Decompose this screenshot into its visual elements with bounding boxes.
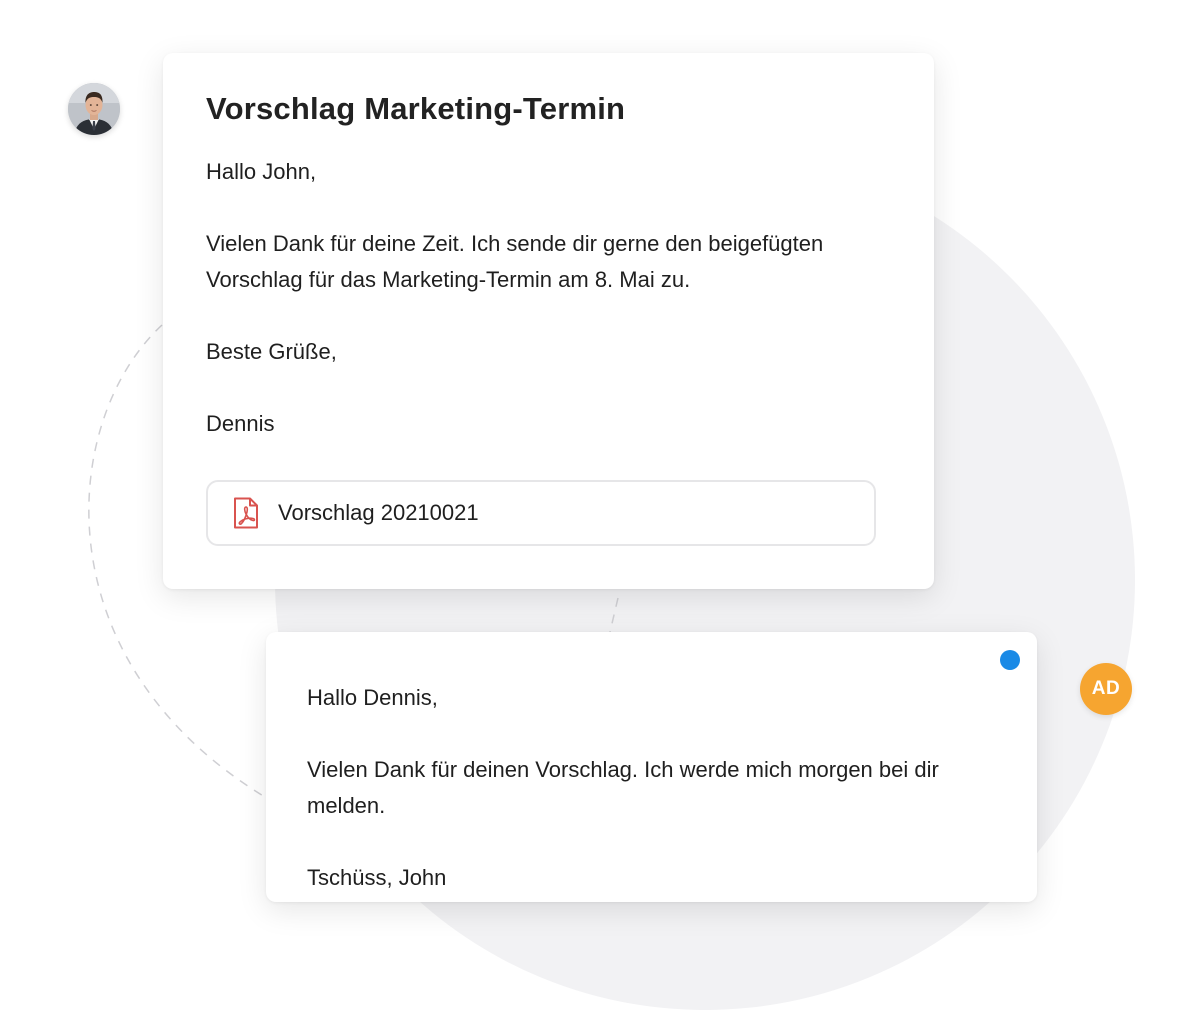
email-signature: Dennis: [206, 411, 275, 436]
attachment-chip[interactable]: Vorschlag 20210021: [206, 480, 876, 546]
pdf-file-icon: [232, 497, 260, 529]
sender-avatar-dennis[interactable]: [68, 83, 120, 135]
reply-body: Hallo Dennis, Vielen Dank für deinen Vor…: [307, 680, 995, 896]
email-greeting: Hallo John,: [206, 159, 317, 184]
person-photo-icon: [68, 83, 120, 135]
unread-indicator-dot: [1000, 650, 1020, 670]
reply-signature: Tschüss, John: [307, 865, 447, 890]
email-subject: Vorschlag Marketing-Termin: [206, 91, 626, 126]
email-body: Hallo John, Vielen Dank für deine Zeit. …: [206, 154, 892, 442]
email-card[interactable]: Vorschlag Marketing-Termin Hallo John, V…: [163, 53, 934, 589]
sender-avatar-ad[interactable]: AD: [1080, 663, 1132, 715]
reply-greeting: Hallo Dennis,: [307, 685, 438, 710]
reply-card[interactable]: Hallo Dennis, Vielen Dank für deinen Vor…: [266, 632, 1037, 902]
email-closing: Beste Grüße,: [206, 339, 337, 364]
attachment-name: Vorschlag 20210021: [278, 500, 479, 525]
email-message: Vielen Dank für deine Zeit. Ich sende di…: [206, 231, 824, 292]
reply-message: Vielen Dank für deinen Vorschlag. Ich we…: [307, 757, 939, 818]
